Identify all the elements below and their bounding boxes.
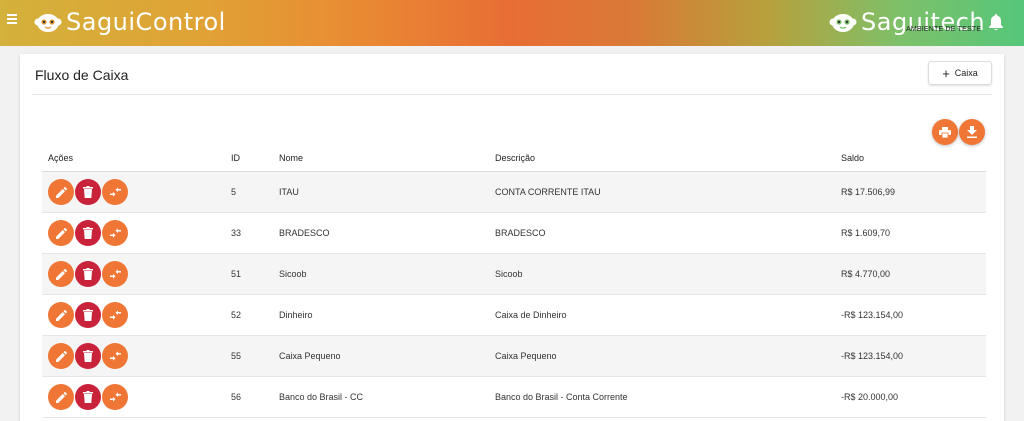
table-row[interactable]: 33 BRADESCO BRADESCO R$ 1.609,70 xyxy=(42,213,986,254)
cell-saldo: -R$ 123.154,00 xyxy=(841,351,904,361)
cell-id: 5 xyxy=(231,187,237,197)
table-row[interactable]: 52 Dinheiro Caixa de Dinheiro -R$ 123.15… xyxy=(42,295,986,336)
pencil-icon xyxy=(55,268,67,280)
transfer-button[interactable] xyxy=(102,261,128,287)
delete-button[interactable] xyxy=(75,220,101,246)
transfer-icon xyxy=(109,269,121,279)
cell-nome: Dinheiro xyxy=(279,310,313,320)
cash-flow-card: Fluxo de Caixa + Caixa Ações ID Nome Des… xyxy=(20,54,1004,421)
row-actions xyxy=(48,261,129,287)
delete-button[interactable] xyxy=(75,302,101,328)
edit-button[interactable] xyxy=(48,302,74,328)
edit-button[interactable] xyxy=(48,261,74,287)
cash-accounts-table: Ações ID Nome Descrição Saldo 5 ITAU CON… xyxy=(42,146,986,418)
transfer-icon xyxy=(109,187,121,197)
cell-saldo: R$ 1.609,70 xyxy=(841,228,891,238)
column-header-nome[interactable]: Nome xyxy=(279,153,303,163)
pencil-icon xyxy=(55,227,67,239)
bell-icon[interactable] xyxy=(988,13,1004,31)
environment-label: AMBIENTE DE TESTE xyxy=(906,26,982,33)
cell-saldo: R$ 4.770,00 xyxy=(841,269,891,279)
delete-button[interactable] xyxy=(75,179,101,205)
table-row[interactable]: 51 Sicoob Sicoob R$ 4.770,00 xyxy=(42,254,986,295)
edit-button[interactable] xyxy=(48,179,74,205)
column-header-id[interactable]: ID xyxy=(231,153,240,163)
row-actions xyxy=(48,302,129,328)
transfer-button[interactable] xyxy=(102,343,128,369)
column-header-acoes: Ações xyxy=(48,153,74,163)
pencil-icon xyxy=(55,350,67,362)
trash-icon xyxy=(83,391,93,403)
table-row[interactable]: 56 Banco do Brasil - CC Banco do Brasil … xyxy=(42,377,986,418)
cell-nome: BRADESCO xyxy=(279,228,330,238)
pencil-icon xyxy=(55,186,67,198)
delete-button[interactable] xyxy=(75,261,101,287)
print-button[interactable] xyxy=(932,119,958,145)
pencil-icon xyxy=(55,391,67,403)
column-header-descricao[interactable]: Descrição xyxy=(495,153,535,163)
cell-id: 33 xyxy=(231,228,242,238)
transfer-icon xyxy=(109,351,121,361)
table-header: Ações ID Nome Descrição Saldo xyxy=(42,146,986,172)
monkey-icon xyxy=(829,14,857,32)
table-body: 5 ITAU CONTA CORRENTE ITAU R$ 17.506,99 xyxy=(42,172,986,418)
cell-nome: Sicoob xyxy=(279,269,307,279)
delete-button[interactable] xyxy=(75,384,101,410)
row-actions xyxy=(48,343,129,369)
cell-id: 56 xyxy=(231,392,242,402)
cell-nome: Caixa Pequeno xyxy=(279,351,341,361)
menu-icon[interactable] xyxy=(7,14,17,28)
transfer-icon xyxy=(109,228,121,238)
app-brand[interactable]: SaguiControl xyxy=(34,8,226,36)
header-divider xyxy=(32,94,992,95)
cell-id: 55 xyxy=(231,351,242,361)
transfer-icon xyxy=(109,310,121,320)
edit-button[interactable] xyxy=(48,384,74,410)
cell-id: 51 xyxy=(231,269,242,279)
cell-saldo: -R$ 123.154,00 xyxy=(841,310,904,320)
cell-saldo: R$ 17.506,99 xyxy=(841,187,896,197)
add-caixa-label: Caixa xyxy=(954,68,978,78)
transfer-button[interactable] xyxy=(102,220,128,246)
pencil-icon xyxy=(55,309,67,321)
table-row[interactable]: 5 ITAU CONTA CORRENTE ITAU R$ 17.506,99 xyxy=(42,172,986,213)
transfer-icon xyxy=(109,392,121,402)
download-icon xyxy=(967,126,977,138)
trash-icon xyxy=(83,227,93,239)
transfer-button[interactable] xyxy=(102,302,128,328)
edit-button[interactable] xyxy=(48,343,74,369)
print-icon xyxy=(939,126,951,138)
row-actions xyxy=(48,179,129,205)
cell-descricao: BRADESCO xyxy=(495,228,546,238)
top-app-bar: SaguiControl Saguitech AMBIENTE DE TESTE xyxy=(0,0,1024,46)
monkey-icon xyxy=(34,14,62,32)
row-actions xyxy=(48,384,129,410)
cell-nome: Banco do Brasil - CC xyxy=(279,392,364,402)
cell-descricao: CONTA CORRENTE ITAU xyxy=(495,187,601,197)
column-header-saldo[interactable]: Saldo xyxy=(841,153,864,163)
trash-icon xyxy=(83,268,93,280)
cell-descricao: Caixa de Dinheiro xyxy=(495,310,567,320)
row-actions xyxy=(48,220,129,246)
trash-icon xyxy=(83,350,93,362)
download-button[interactable] xyxy=(959,119,985,145)
cell-descricao: Sicoob xyxy=(495,269,523,279)
app-title: SaguiControl xyxy=(66,8,226,36)
delete-button[interactable] xyxy=(75,343,101,369)
cell-descricao: Caixa Pequeno xyxy=(495,351,557,361)
transfer-button[interactable] xyxy=(102,384,128,410)
transfer-button[interactable] xyxy=(102,179,128,205)
page-title: Fluxo de Caixa xyxy=(35,67,129,83)
table-row[interactable]: 55 Caixa Pequeno Caixa Pequeno -R$ 123.1… xyxy=(42,336,986,377)
cell-nome: ITAU xyxy=(279,187,299,197)
plus-icon: + xyxy=(942,65,950,81)
trash-icon xyxy=(83,186,93,198)
cell-saldo: -R$ 20.000,00 xyxy=(841,392,899,402)
edit-button[interactable] xyxy=(48,220,74,246)
trash-icon xyxy=(83,309,93,321)
add-caixa-button[interactable]: + Caixa xyxy=(928,61,992,85)
cell-descricao: Banco do Brasil - Conta Corrente xyxy=(495,392,628,402)
cell-id: 52 xyxy=(231,310,242,320)
